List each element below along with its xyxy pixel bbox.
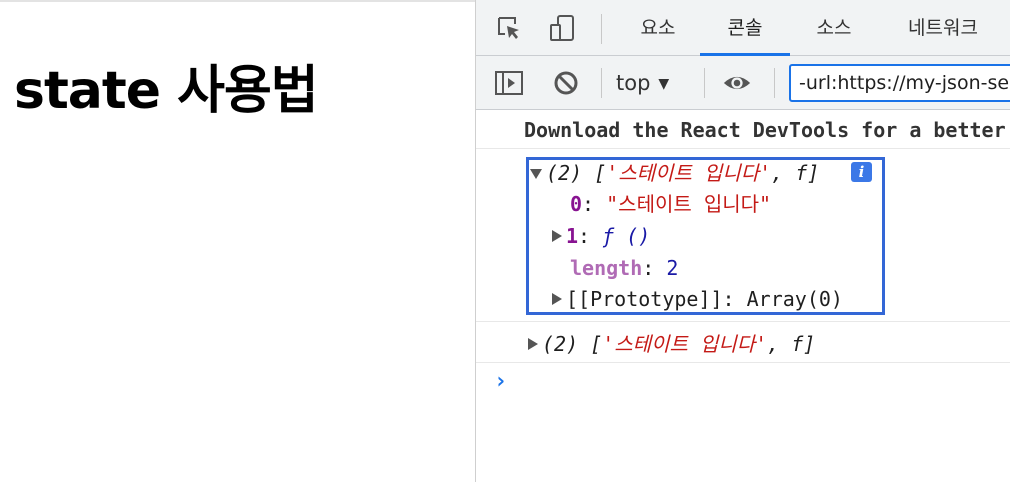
- entry-value: Array(0): [746, 287, 843, 311]
- tab-sources[interactable]: 소스: [798, 0, 870, 56]
- devtools-panel: 요소 콘솔 소스 네트워크 top ▼ -url:https://my-json…: [475, 0, 1010, 482]
- function-preview: f: [791, 332, 804, 356]
- array-entry: length: 2: [570, 254, 678, 282]
- page-title: state 사용법: [14, 61, 319, 121]
- tab-label: 콘솔: [727, 17, 763, 39]
- expand-triangle-icon[interactable]: [530, 169, 542, 179]
- page-viewport: state 사용법: [0, 0, 475, 482]
- expand-triangle-icon[interactable]: [528, 338, 538, 350]
- collapsed-array-summary[interactable]: (2) ['스테이트 입니다', f]: [528, 330, 815, 358]
- device-toolbar-icon[interactable]: [548, 12, 578, 44]
- tab-label: 네트워크: [908, 17, 978, 39]
- devtools-tabbar: 요소 콘솔 소스 네트워크: [476, 0, 1010, 56]
- console-prompt-icon[interactable]: ›: [494, 369, 507, 394]
- console-toolbar: top ▼ -url:https://my-json-server: [476, 56, 1010, 110]
- separator: ,: [767, 332, 792, 356]
- entry-key: length: [570, 256, 643, 280]
- array-entry: 0: "스테이트 입니다": [570, 190, 771, 218]
- bracket: ]: [807, 161, 820, 185]
- tab-network[interactable]: 네트워크: [888, 0, 998, 56]
- context-label: top: [616, 71, 651, 95]
- toolbar-divider: [704, 68, 705, 98]
- array-entry[interactable]: [[Prototype]]: Array(0): [552, 285, 843, 313]
- function-preview: f: [795, 161, 808, 185]
- separator: :: [722, 287, 747, 311]
- tab-label: 요소: [640, 17, 676, 39]
- tab-label: 소스: [816, 17, 852, 39]
- toolbar-divider: [601, 14, 602, 44]
- toolbar-divider: [601, 68, 602, 98]
- bracket: [: [594, 161, 607, 185]
- entry-value: "스테이트 입니다": [606, 192, 772, 216]
- execution-context-select[interactable]: top ▼: [616, 66, 669, 100]
- toolbar-divider: [774, 68, 775, 98]
- tab-console[interactable]: 콘솔: [700, 0, 790, 56]
- live-expression-eye-icon[interactable]: [722, 67, 752, 99]
- string-preview: '스테이트 입니다': [602, 332, 768, 356]
- console-message: Download the React DevTools for a better…: [476, 111, 1010, 149]
- entry-key: 1: [566, 224, 579, 248]
- clear-console-icon[interactable]: [551, 67, 581, 99]
- tab-elements[interactable]: 요소: [622, 0, 694, 56]
- array-count: (2): [542, 332, 579, 356]
- separator: ,: [771, 161, 796, 185]
- dropdown-arrow-icon: ▼: [658, 76, 670, 92]
- entry-key: [[Prototype]]: [566, 287, 723, 311]
- array-entry[interactable]: 1: ƒ (): [552, 222, 650, 250]
- entry-value: 2: [666, 256, 679, 280]
- bracket: ]: [803, 332, 816, 356]
- inspect-element-icon[interactable]: [494, 12, 524, 44]
- console-output: Download the React DevTools for a better…: [476, 111, 1010, 482]
- bracket: [: [590, 332, 603, 356]
- show-sidebar-icon[interactable]: [494, 67, 524, 99]
- separator: :: [578, 224, 603, 248]
- array-count: (2): [546, 161, 583, 185]
- separator: :: [582, 192, 607, 216]
- console-filter-input[interactable]: -url:https://my-json-server: [789, 64, 1010, 102]
- separator: :: [642, 256, 667, 280]
- entry-key: 0: [570, 192, 583, 216]
- expand-triangle-icon[interactable]: [552, 293, 562, 305]
- string-preview: '스테이트 입니다': [606, 161, 772, 185]
- info-icon[interactable]: i: [851, 162, 872, 182]
- entry-value: ƒ (): [602, 224, 651, 248]
- react-devtools-notice: Download the React DevTools for a better…: [524, 118, 1010, 142]
- expanded-array-summary[interactable]: (2) ['스테이트 입니다', f]: [530, 159, 819, 187]
- expand-triangle-icon[interactable]: [552, 230, 562, 242]
